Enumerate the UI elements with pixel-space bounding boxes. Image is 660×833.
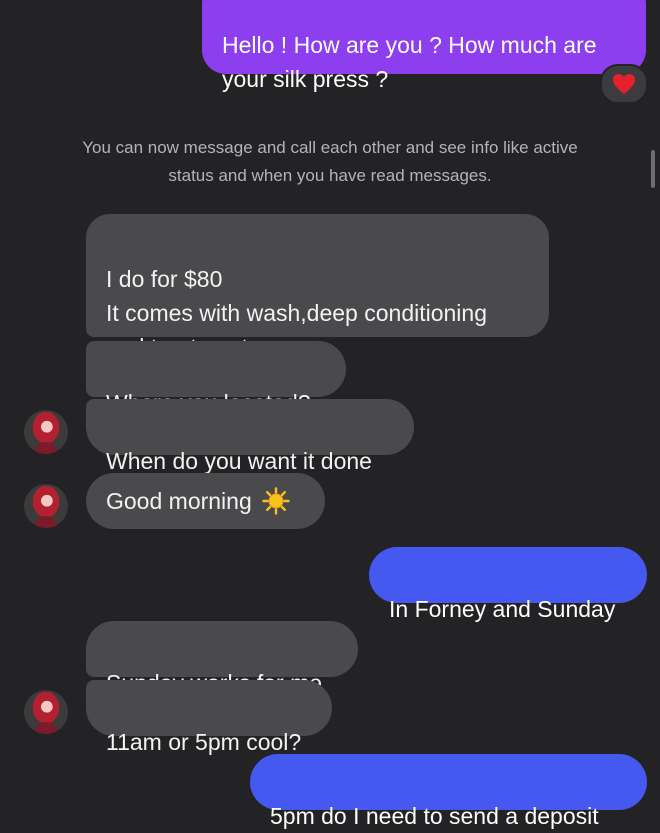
message-text: 5pm do I need to send a deposit [270,803,599,829]
message-bubble-incoming[interactable]: Good morning [86,473,325,529]
message-bubble-outgoing[interactable]: 5pm do I need to send a deposit [250,754,647,829]
reaction-badge[interactable] [600,64,648,104]
message-bubble-incoming[interactable]: I do for $80 It comes with wash,deep con… [86,214,549,360]
message-bubble-incoming[interactable]: Where you located? [86,341,346,416]
message-text: Hello ! How are you ? How much are your … [222,32,597,92]
sun-emoji-icon [262,487,290,515]
message-text: When do you want it done [106,448,372,474]
message-bubble-incoming[interactable]: Sunday works for me [86,621,358,696]
message-bubble-incoming[interactable]: 11am or 5pm cool? [86,680,332,755]
message-text: 11am or 5pm cool? [106,729,302,755]
message-text: In Forney and Sunday [389,596,616,622]
contact-avatar[interactable] [24,484,68,528]
message-bubble-incoming[interactable]: When do you want it done [86,399,414,474]
message-text: Good morning [106,488,252,514]
heart-icon [613,74,635,94]
message-bubble-outgoing[interactable]: Hello ! How are you ? How much are your … [202,0,646,92]
system-notice: You can now message and call each other … [82,138,578,185]
message-bubble-outgoing[interactable]: In Forney and Sunday [369,547,647,622]
contact-avatar[interactable] [24,690,68,734]
scrollbar[interactable] [651,150,655,188]
contact-avatar[interactable] [24,410,68,454]
